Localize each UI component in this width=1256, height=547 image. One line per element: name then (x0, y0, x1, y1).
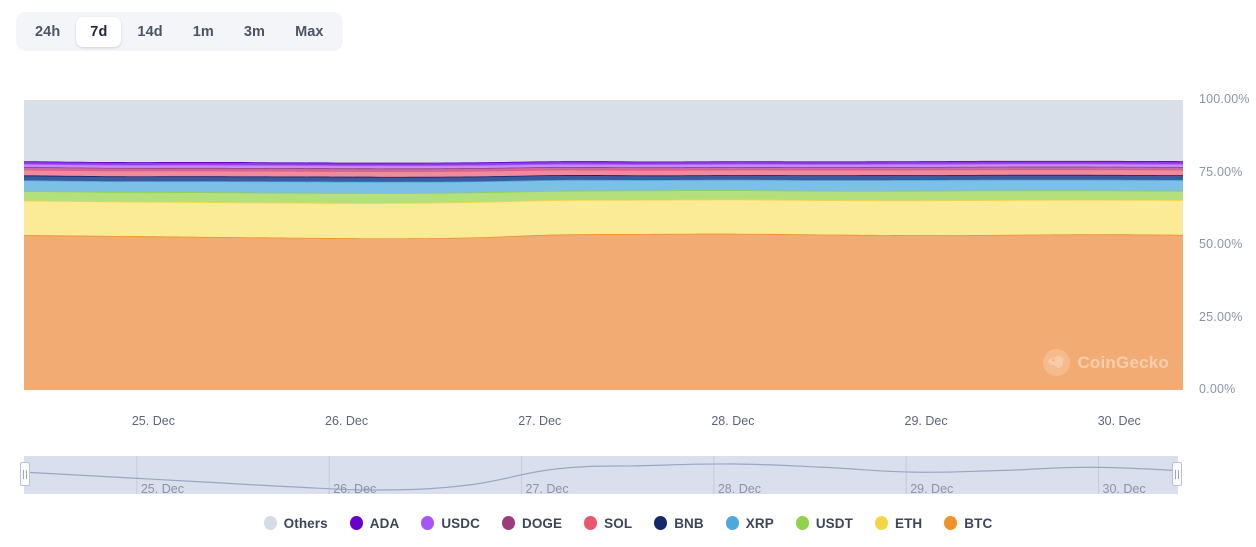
x-tick-label: 30. Dec (1097, 414, 1141, 428)
y-tick-label: 0.00% (1199, 382, 1236, 396)
legend-item-eth[interactable]: ETH (874, 515, 923, 531)
legend-swatch-btc-icon (944, 516, 958, 530)
legend-item-doge[interactable]: DOGE (501, 515, 563, 531)
nav-handle-left[interactable] (20, 462, 30, 486)
legend-swatch-usdc-icon (421, 516, 435, 530)
legend-swatch-bnb-icon (654, 516, 668, 530)
legend-item-bnb[interactable]: BNB (654, 516, 704, 531)
navigator-tick-label: 25. Dec (140, 482, 184, 496)
legend-swatch-ada-icon (349, 516, 363, 530)
navigator-tick-label: 28. Dec (717, 482, 761, 496)
navigator-tick-label: 26. Dec (333, 482, 377, 496)
legend-swatch-sol-icon (584, 516, 598, 530)
x-tick-label: 25. Dec (131, 414, 175, 428)
legend-swatch-xrp-icon (725, 516, 739, 530)
legend-label: BNB (674, 515, 704, 531)
range-tab-max[interactable]: Max (281, 17, 338, 47)
legend-label: SOL (604, 515, 633, 531)
legend-label: DOGE (521, 515, 563, 531)
range-tab-24h[interactable]: 24h (21, 17, 74, 47)
navigator-tick-label: 30. Dec (1102, 482, 1146, 496)
time-range-selector[interactable]: 24h 7d 14d 1m 3m Max (16, 12, 343, 51)
legend-swatch-eth-icon (874, 516, 888, 530)
series-area-eth (24, 199, 1183, 239)
legend-item-usdc[interactable]: USDC (421, 516, 480, 531)
chart-legend[interactable]: Others ADA USDC DOGE SOL BNB XRP USDT ETH BTC (0, 508, 1256, 538)
navigator-tick-label: 27. Dec (525, 482, 569, 496)
range-tab-1m[interactable]: 1m (179, 17, 228, 47)
legend-item-btc[interactable]: BTC (944, 516, 992, 531)
series-area-btc (24, 233, 1183, 390)
series-eth[interactable] (24, 198, 1183, 239)
range-tab-14d[interactable]: 14d (123, 17, 176, 47)
legend-label: XRP (745, 515, 774, 531)
plot-svg (24, 100, 1183, 390)
navigator-svg (23, 456, 1179, 494)
x-tick-label: 27. Dec (518, 414, 562, 428)
navigator-selection[interactable] (24, 456, 1178, 494)
range-tab-3m[interactable]: 3m (230, 17, 279, 47)
y-tick-label: 25.00% (1199, 309, 1243, 324)
legend-item-ada[interactable]: ADA (349, 515, 400, 531)
legend-label: ADA (369, 515, 400, 531)
legend-swatch-others-icon (263, 516, 277, 530)
market-dominance-chart-page: 24h 7d 14d 1m 3m Max CoinGecko 0.00% 25.00% 50.… (0, 0, 1256, 547)
y-axis: 0.00% 25.00% 50.00% 75.00% 100.00% (1191, 80, 1255, 410)
legend-label: USDT (815, 515, 853, 531)
series-area-others (24, 100, 1183, 163)
x-tick-label: 29. Dec (904, 414, 948, 428)
legend-swatch-usdt-icon (795, 516, 809, 530)
range-tab-7d[interactable]: 7d (76, 16, 122, 47)
x-tick-label: 26. Dec (325, 414, 369, 428)
legend-item-usdt[interactable]: USDT (795, 515, 853, 531)
legend-label: USDC (441, 515, 480, 531)
legend-label: BTC (964, 515, 993, 531)
y-tick-label: 100.00% (1199, 92, 1250, 106)
legend-label: ETH (894, 515, 923, 531)
legend-item-xrp[interactable]: XRP (725, 515, 774, 531)
navigator-tick-label: 29. Dec (910, 482, 954, 496)
series-others[interactable] (24, 100, 1183, 163)
chart-area: CoinGecko 0.00% 25.00% 50.00% 75.00% 100.00%… (0, 80, 1256, 435)
chart-navigator[interactable]: 25. Dec 26. Dec 27. Dec 28. Dec 29. Dec 30. D… (16, 450, 1186, 498)
legend-item-others[interactable]: Others (263, 515, 328, 531)
legend-label: Others (283, 515, 328, 531)
legend-swatch-doge-icon (501, 516, 515, 530)
y-tick-label: 50.00% (1199, 237, 1243, 251)
y-tick-label: 75.00% (1199, 164, 1243, 179)
x-axis: 25. Dec 26. Dec 27. Dec 28. Dec 29. Dec 30. D… (24, 412, 1183, 434)
nav-handle-right[interactable] (1172, 462, 1182, 486)
stacked-area-plot[interactable]: CoinGecko (24, 100, 1183, 390)
series-btc[interactable] (24, 232, 1183, 390)
legend-item-sol[interactable]: SOL (584, 516, 632, 531)
x-tick-label: 28. Dec (711, 414, 755, 428)
